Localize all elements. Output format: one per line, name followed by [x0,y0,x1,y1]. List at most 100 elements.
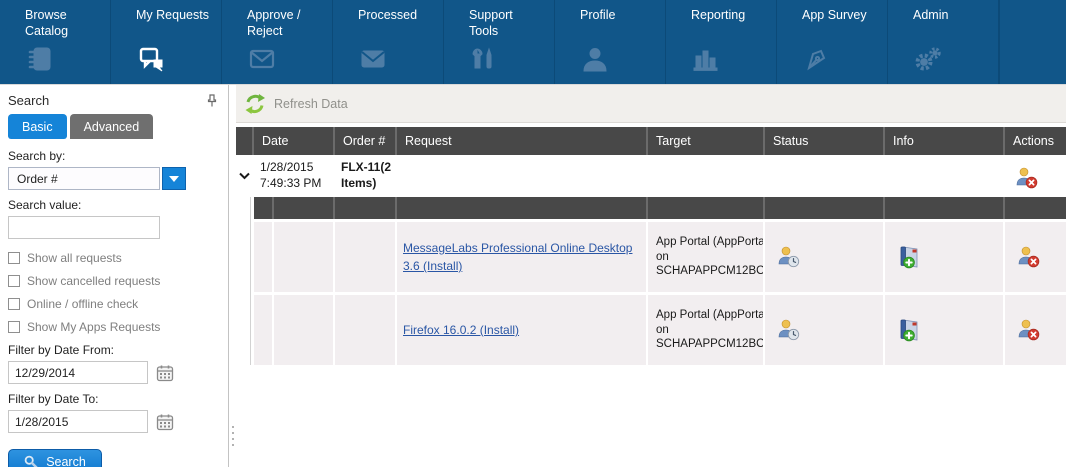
cancel-request-user-icon[interactable] [1017,245,1041,269]
request-row: MessageLabs Professional Online Desktop … [254,222,1066,292]
cancel-request-user-icon[interactable] [1017,318,1041,342]
target-cell: App Portal (AppPortal) on SCHAPAPPCM12BO… [646,295,763,365]
table-header: Date Order # Request Target Status Info … [236,127,1066,155]
nav-reporting[interactable]: Reporting [666,0,777,84]
nav-filler [999,0,1066,84]
checkbox-show-all-requests[interactable]: Show all requests [8,251,220,265]
group-items: MessageLabs Professional Online Desktop … [250,197,1066,365]
checkbox-icon [8,275,20,287]
date-from-input[interactable] [8,361,148,384]
nav-label: App Survey [777,0,887,24]
actions-cell [1003,295,1066,365]
status-cell [763,295,883,365]
search-by-dropdown-button[interactable] [162,167,186,190]
search-panel: Search Basic Advanced Search by: Order #… [0,85,228,467]
requests-main: Refresh Data Date Order # Request Target… [236,85,1066,467]
package-add-icon[interactable] [897,317,923,343]
bar-chart-icon [692,46,720,72]
panel-splitter[interactable] [228,85,236,467]
nav-my-requests[interactable]: My Requests [111,0,222,84]
column-header-date[interactable]: Date [252,127,333,155]
group-order-number: FLX-11(2 Items) [333,155,395,197]
actions-cell [1003,222,1066,292]
person-icon [581,46,609,72]
checkbox-icon [8,252,20,264]
package-add-icon[interactable] [897,244,923,270]
nav-admin[interactable]: Admin [888,0,999,84]
date-to-input[interactable] [8,410,148,433]
date-to-label: Filter by Date To: [8,392,220,406]
checkbox-show-my-apps-requests[interactable]: Show My Apps Requests [8,320,220,334]
sealed-envelope-icon [248,46,276,72]
status-cell [763,222,883,292]
chevron-down-icon [169,176,179,182]
search-by-label: Search by: [8,149,220,163]
collapse-group-button[interactable] [236,155,252,197]
nav-label: Browse Catalog [0,0,110,39]
column-header-target[interactable]: Target [646,127,763,155]
checkbox-icon [8,321,20,333]
nav-processed[interactable]: Processed [333,0,444,84]
checkbox-show-cancelled-requests[interactable]: Show cancelled requests [8,274,220,288]
cancel-request-user-icon[interactable] [1015,166,1039,190]
refresh-data-button[interactable]: Refresh Data [274,97,348,111]
nested-table-header [254,197,1066,219]
date-from-label: Filter by Date From: [8,343,220,357]
gears-icon [914,46,942,72]
calendar-icon[interactable] [156,413,174,431]
target-cell: App Portal (AppPortal) on SCHAPAPPCM12BO… [646,222,763,292]
tab-advanced[interactable]: Advanced [70,114,154,139]
info-cell [883,222,1003,292]
chat-bubbles-icon [137,46,165,72]
catalog-book-icon [26,46,54,72]
nav-profile[interactable]: Profile [555,0,666,84]
nav-approve-reject[interactable]: Approve / Reject [222,0,333,84]
top-navigation: Browse Catalog My Requests Approve / Rej… [0,0,1066,85]
pin-icon[interactable] [206,94,218,108]
nav-label: My Requests [111,0,221,24]
column-header-status[interactable]: Status [763,127,883,155]
expand-column-header [236,127,252,155]
nav-browse-catalog[interactable]: Browse Catalog [0,0,111,84]
nav-label: Approve / Reject [222,0,332,39]
nav-app-survey[interactable]: App Survey [777,0,888,84]
search-value-input[interactable] [8,216,160,239]
column-header-actions[interactable]: Actions [1003,127,1066,155]
group-actions-cell [1003,155,1066,197]
envelope-icon [359,46,387,72]
request-row: Firefox 16.0.2 (Install) App Portal (App… [254,295,1066,365]
search-by-select[interactable]: Order # [8,167,160,190]
nav-label: Support Tools [444,0,554,39]
nav-label: Reporting [666,0,776,24]
search-button[interactable]: Search [8,449,102,467]
nav-support-tools[interactable]: Support Tools [444,0,555,84]
search-button-label: Search [46,455,86,467]
column-header-order[interactable]: Order # [333,127,395,155]
checkbox-label: Show My Apps Requests [27,320,160,334]
checkbox-label: Online / offline check [27,297,138,311]
request-cell: MessageLabs Professional Online Desktop … [395,222,646,292]
checkbox-icon [8,298,20,310]
request-link[interactable]: Firefox 16.0.2 (Install) [403,321,519,339]
column-header-request[interactable]: Request [395,127,646,155]
group-date: 1/28/2015 7:49:33 PM [252,155,333,197]
info-cell [883,295,1003,365]
tab-basic[interactable]: Basic [8,114,67,139]
checkbox-online-offline-check[interactable]: Online / offline check [8,297,220,311]
splitter-grip-icon [230,423,235,449]
checkbox-label: Show cancelled requests [27,274,160,288]
user-status-pending-icon[interactable] [777,245,801,269]
tools-icon [470,46,498,72]
pen-nib-icon [803,46,831,72]
nav-label: Profile [555,0,665,24]
nav-label: Admin [888,0,998,24]
refresh-icon[interactable] [244,93,266,115]
search-panel-title: Search [8,93,49,108]
request-link[interactable]: MessageLabs Professional Online Desktop … [403,239,640,275]
checkbox-label: Show all requests [27,251,122,265]
magnifier-icon [24,455,38,467]
search-value-label: Search value: [8,198,220,212]
user-status-pending-icon[interactable] [777,318,801,342]
column-header-info[interactable]: Info [883,127,1003,155]
calendar-icon[interactable] [156,364,174,382]
